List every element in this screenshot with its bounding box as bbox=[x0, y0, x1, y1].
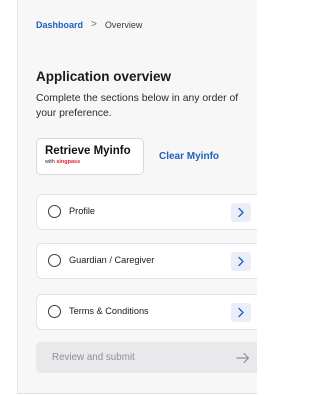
chevron-right-icon[interactable] bbox=[231, 303, 251, 322]
review-and-submit-label: Review and submit bbox=[52, 352, 135, 363]
page-description: Complete the sections below in any order… bbox=[36, 93, 239, 119]
section-profile[interactable]: Profile bbox=[36, 194, 257, 230]
retrieve-myinfo-label: Retrieve Myinfo bbox=[45, 145, 131, 157]
review-and-submit-button[interactable]: Review and submit bbox=[36, 342, 257, 373]
radio-icon[interactable] bbox=[48, 205, 61, 218]
clear-myinfo-link[interactable]: Clear Myinfo bbox=[159, 151, 219, 162]
page-title: Application overview bbox=[36, 69, 172, 84]
breadcrumb-separator: > bbox=[91, 19, 97, 30]
retrieve-myinfo-button[interactable]: Retrieve Myinfo with singpass bbox=[36, 138, 144, 175]
singpass-with-label: with bbox=[45, 159, 57, 165]
singpass-logo: with singpass bbox=[45, 158, 143, 166]
radio-icon[interactable] bbox=[48, 305, 61, 318]
section-guardian-caregiver[interactable]: Guardian / Caregiver bbox=[36, 243, 257, 279]
application-panel: Dashboard > Overview Application overvie… bbox=[17, 0, 257, 394]
singpass-brand: singpass bbox=[56, 159, 81, 165]
section-label: Profile bbox=[69, 206, 96, 216]
section-label: Terms & Conditions bbox=[69, 306, 149, 316]
breadcrumb-current: Overview bbox=[104, 19, 143, 30]
section-label: Guardian / Caregiver bbox=[69, 255, 155, 265]
arrow-right-icon bbox=[236, 351, 250, 369]
breadcrumb-dashboard-link[interactable]: Dashboard bbox=[36, 20, 83, 30]
breadcrumb: Dashboard > Overview bbox=[36, 19, 142, 30]
chevron-right-icon[interactable] bbox=[231, 203, 251, 222]
chevron-right-icon[interactable] bbox=[231, 252, 251, 271]
section-terms-conditions[interactable]: Terms & Conditions bbox=[36, 294, 257, 330]
radio-icon[interactable] bbox=[48, 254, 61, 267]
